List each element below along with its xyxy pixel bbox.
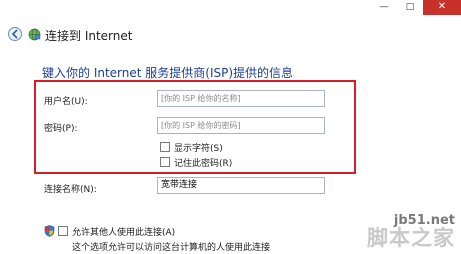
password-label: 密码(P): (44, 124, 78, 134)
username-label: 用户名(U): (44, 97, 88, 107)
connection-name-label: 连接名称(N): (44, 185, 97, 195)
checkbox-box[interactable] (160, 157, 170, 167)
globe-network-icon (28, 28, 41, 41)
show-chars-label: 显示字符(S) (174, 144, 223, 154)
checkbox-box[interactable] (160, 142, 170, 152)
watermark: jb51.net 脚本之家 (367, 214, 455, 249)
watermark-brand: 脚本之家 (367, 226, 455, 250)
window-title: 连接到 Internet (45, 29, 133, 43)
connection-name-input[interactable]: 宽带连接 (157, 177, 325, 194)
remember-password-label: 记住此密码(R) (174, 159, 233, 169)
shield-icon (44, 225, 55, 237)
page-heading: 键入你的 Internet 服务提供商(ISP)提供的信息 (42, 66, 294, 80)
maximize-button[interactable]: □ (397, 0, 423, 15)
checkbox-box[interactable] (58, 226, 68, 236)
minimize-button[interactable]: — (371, 0, 397, 15)
back-arrow-icon (11, 29, 18, 39)
back-button[interactable] (8, 27, 22, 41)
username-input[interactable]: [你的 ISP 给你的名称] (157, 90, 325, 107)
password-input[interactable]: [你的 ISP 给你的密码] (157, 117, 325, 134)
allow-others-note: 这个选项允许可以访问这台计算机的人使用此连接 (72, 243, 271, 253)
title-bar: — □ ✕ (0, 0, 461, 22)
allow-others-label: 允许其他人使用此连接(A) (72, 228, 176, 238)
close-button[interactable]: ✕ (423, 0, 461, 15)
